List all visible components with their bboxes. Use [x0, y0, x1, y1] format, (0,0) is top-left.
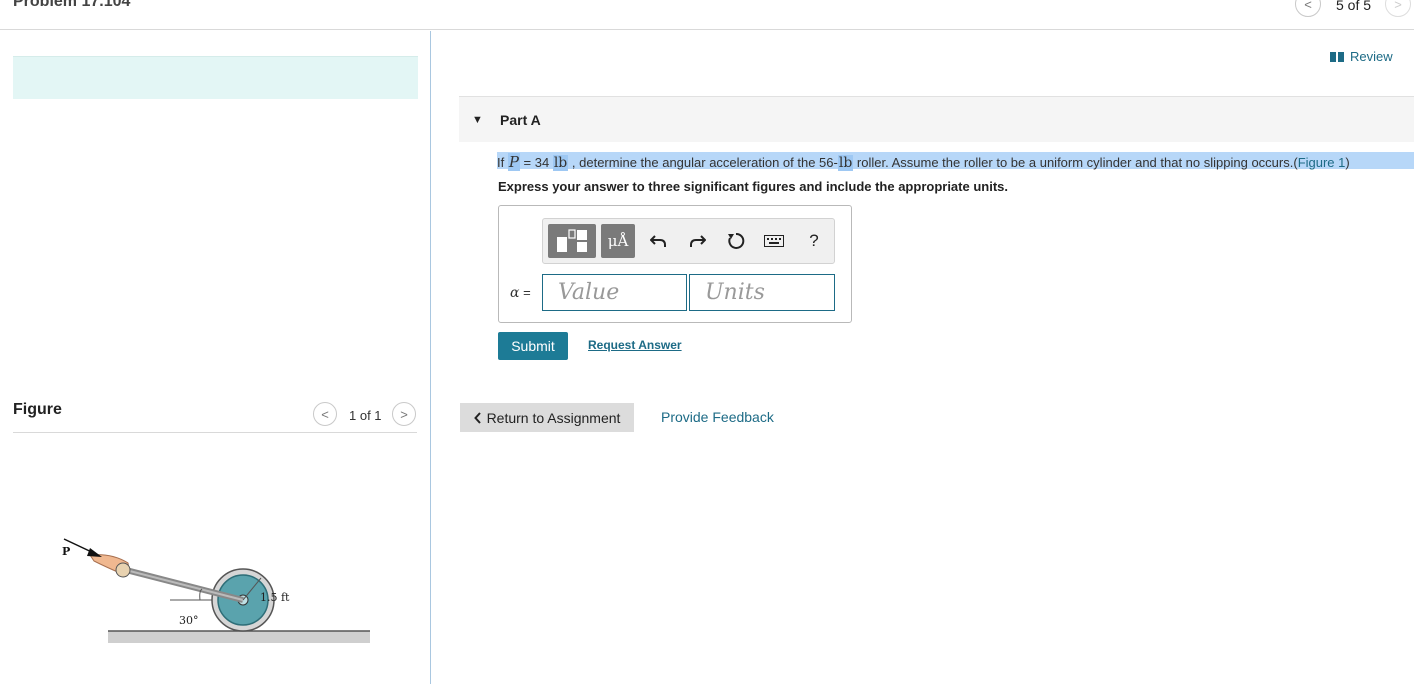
top-bar: Problem 17.104 < 5 of 5 > [0, 0, 1414, 30]
weight-unit: lb [837, 155, 854, 171]
reset-button[interactable] [721, 224, 751, 258]
problem-count: 5 of 5 [1336, 0, 1372, 13]
force-label: P [62, 545, 70, 558]
undo-icon [650, 235, 666, 247]
problem-title: Problem 17.104 [13, 0, 131, 10]
question-suffix: ) [1345, 155, 1350, 170]
question-text: If P = 34 lb , determine the angular acc… [497, 152, 1414, 171]
template-icon [557, 229, 587, 252]
figure-link[interactable]: Figure 1 [1298, 155, 1346, 170]
handle-grip [115, 562, 131, 578]
figure-count: 1 of 1 [349, 408, 382, 423]
radius-label: 1.5 ft [260, 591, 290, 604]
return-to-assignment-button[interactable]: Return to Assignment [460, 403, 634, 432]
value-input[interactable]: Value [542, 274, 687, 311]
force-variable: P [507, 153, 520, 171]
next-problem-button[interactable]: > [1385, 0, 1411, 17]
help-button[interactable]: ? [799, 224, 829, 258]
instruction-text: Express your answer to three significant… [498, 179, 1008, 194]
units-button[interactable]: μÅ [601, 224, 635, 258]
question-mid2: , determine the angular acceleration of … [568, 155, 838, 170]
force-unit: lb [552, 155, 569, 171]
return-label: Return to Assignment [486, 409, 621, 426]
caret-down-icon[interactable]: ▼ [472, 114, 483, 126]
templates-button[interactable] [548, 224, 596, 258]
equals-sign: = [519, 285, 531, 300]
question-prefix: If [497, 155, 508, 170]
previous-problem-button[interactable]: < [1295, 0, 1321, 17]
previous-figure-button[interactable]: < [313, 402, 337, 426]
figure-heading: Figure [13, 401, 62, 418]
answer-box: μÅ ? α = Value Units [498, 205, 852, 323]
question-mid3: roller. Assume the roller to be a unifor… [853, 155, 1298, 170]
chevron-left-icon: < [1304, 0, 1312, 12]
part-title: Part A [500, 112, 541, 128]
force-arrow-head [87, 548, 102, 557]
chevron-left-icon: < [321, 406, 329, 422]
roller-figure: P 30° 1.5 ft [62, 538, 370, 643]
keyboard-button[interactable] [759, 224, 789, 258]
keyboard-icon [764, 235, 784, 247]
ground [108, 631, 370, 643]
left-panel: Figure < 1 of 1 > P 30° 1.5 ft [0, 31, 431, 684]
book-icon [1330, 51, 1344, 62]
info-banner [13, 56, 418, 99]
reset-icon [728, 232, 745, 249]
chevron-right-icon: > [1394, 0, 1402, 12]
angle-label: 30° [179, 614, 199, 627]
undo-button[interactable] [643, 224, 673, 258]
figure-divider [13, 432, 417, 433]
part-a-header[interactable]: ▼ Part A [459, 96, 1414, 142]
next-figure-button[interactable]: > [392, 402, 416, 426]
provide-feedback-link[interactable]: Provide Feedback [661, 409, 774, 425]
redo-icon [690, 235, 706, 247]
redo-button[interactable] [683, 224, 713, 258]
question-mid1: = 34 [519, 155, 553, 170]
chevron-left-icon [473, 411, 481, 424]
answer-variable-label: α = [510, 285, 531, 301]
review-link[interactable]: Review [1330, 49, 1393, 64]
chevron-right-icon: > [400, 406, 408, 422]
submit-button[interactable]: Submit [498, 332, 568, 360]
request-answer-link[interactable]: Request Answer [588, 338, 682, 352]
review-label: Review [1350, 49, 1393, 64]
units-input[interactable]: Units [689, 274, 835, 311]
math-toolbar: μÅ ? [542, 218, 835, 264]
